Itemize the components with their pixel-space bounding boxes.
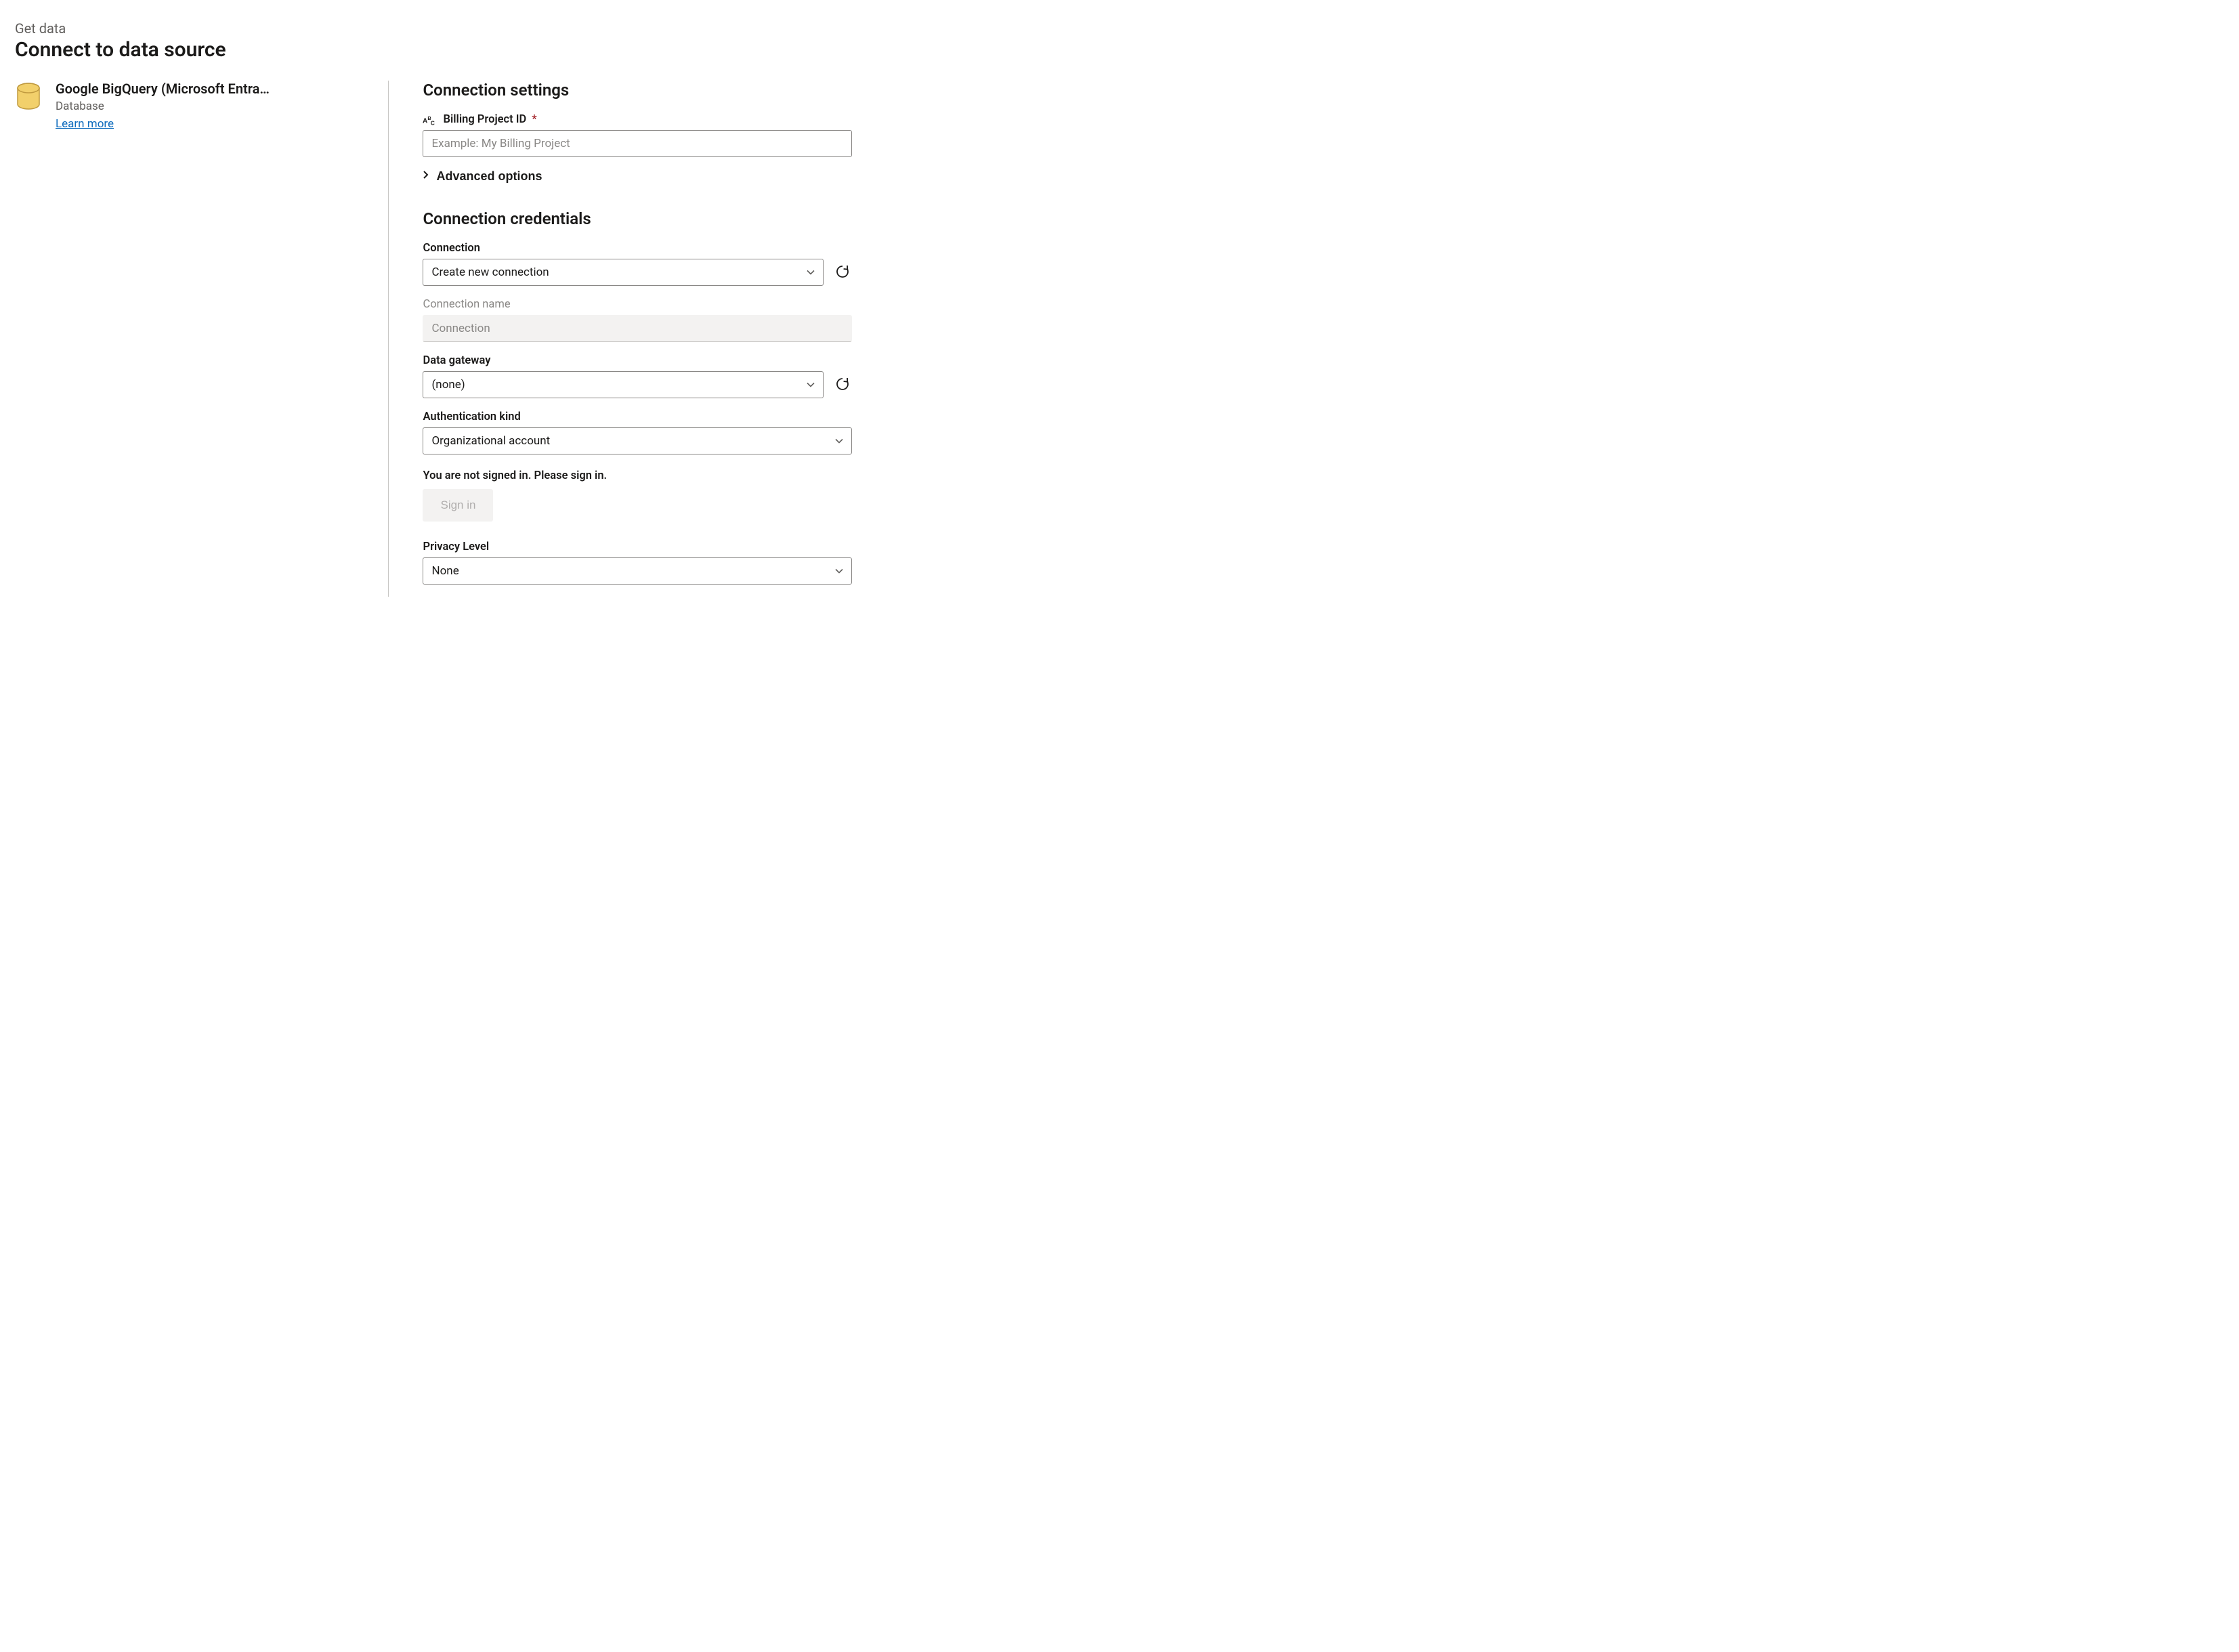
page-title: Connect to data source — [15, 38, 852, 62]
signin-message: You are not signed in. Please sign in. — [423, 469, 852, 482]
privacy-level-label: Privacy Level — [423, 541, 852, 553]
connector-name: Google BigQuery (Microsoft Entra… — [56, 81, 270, 97]
text-type-icon: A B C — [423, 114, 438, 126]
connection-form: Connection settings A B C Billing Projec… — [389, 81, 852, 597]
billing-project-label: A B C Billing Project ID * — [423, 113, 852, 126]
connection-name-label: Connection name — [423, 298, 852, 311]
credentials-heading: Connection credentials — [423, 209, 852, 228]
connection-name-input — [423, 315, 852, 342]
connection-select[interactable]: Create new connection — [423, 259, 824, 286]
auth-kind-label: Authentication kind — [423, 410, 852, 423]
signin-button[interactable]: Sign in — [423, 489, 493, 522]
chevron-right-icon — [423, 170, 429, 183]
gateway-refresh-button[interactable] — [833, 375, 852, 394]
advanced-options-label: Advanced options — [436, 169, 542, 184]
database-icon — [15, 81, 42, 114]
privacy-level-select[interactable]: None — [423, 557, 852, 585]
connection-label: Connection — [423, 242, 852, 255]
settings-heading: Connection settings — [423, 81, 852, 100]
billing-project-input[interactable] — [423, 130, 852, 157]
connector-info-pane: Google BigQuery (Microsoft Entra… Databa… — [15, 81, 389, 597]
refresh-icon — [834, 263, 851, 282]
data-gateway-select[interactable]: (none) — [423, 371, 824, 398]
advanced-options-toggle[interactable]: Advanced options — [423, 169, 542, 184]
connector-kind: Database — [56, 100, 270, 113]
refresh-icon — [834, 376, 851, 394]
required-mark: * — [532, 113, 536, 126]
data-gateway-label: Data gateway — [423, 354, 852, 367]
page-eyebrow: Get data — [15, 20, 852, 37]
connection-refresh-button[interactable] — [833, 263, 852, 282]
billing-project-label-text: Billing Project ID — [443, 113, 526, 126]
auth-kind-select[interactable]: Organizational account — [423, 427, 852, 454]
learn-more-link[interactable]: Learn more — [56, 117, 114, 131]
svg-text:C: C — [431, 120, 435, 126]
